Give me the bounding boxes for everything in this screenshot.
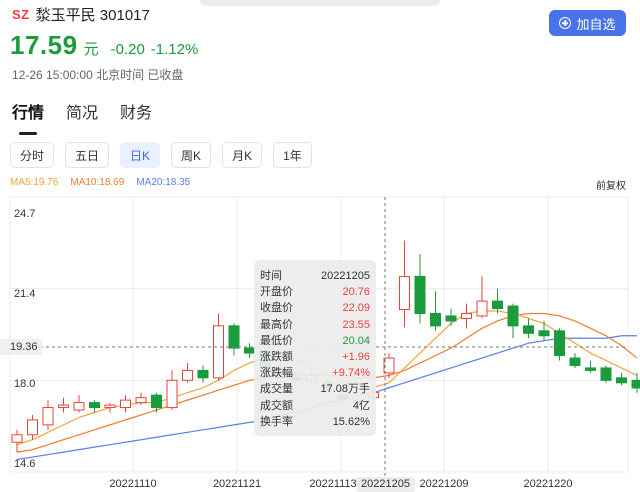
tooltip-label: 收盘价	[260, 302, 293, 315]
candle-up	[135, 397, 147, 404]
tooltip-label: 涨跌额	[260, 350, 293, 363]
tooltip-value: +9.74%	[332, 367, 370, 380]
tooltip-value: 20.04	[342, 334, 370, 347]
y-tick-label: 21.4	[14, 288, 35, 300]
candle-down	[554, 330, 565, 357]
candle-down	[414, 275, 426, 314]
x-tick-label: 20221209	[420, 478, 469, 490]
candle-up	[476, 300, 488, 317]
tooltip-value: 20221205	[321, 270, 370, 282]
candle-up	[166, 379, 178, 409]
candle-up	[120, 399, 131, 409]
tooltip-row: 时间 20221205	[260, 268, 370, 284]
tooltip-row: 最高价 23.55	[260, 317, 370, 333]
x-tick-label: 20221110	[109, 478, 156, 490]
tooltip-label: 时间	[260, 270, 282, 282]
candle-down	[445, 315, 457, 322]
crosshair-date-label: 20221205	[356, 477, 415, 492]
candle-down	[507, 305, 519, 327]
tooltip-row: 换手率 15.62%	[260, 414, 370, 430]
tooltip-label: 开盘价	[260, 286, 293, 299]
tooltip-value: 15.62%	[332, 415, 370, 428]
tooltip-value: 20.76	[342, 286, 370, 299]
candle-up	[42, 407, 54, 426]
candle-down	[585, 367, 596, 371]
candle-down	[631, 379, 640, 389]
tooltip-row: 收盘价 22.09	[260, 300, 370, 316]
candle-down	[492, 300, 503, 310]
tooltip-label: 涨跌幅	[260, 367, 293, 380]
y-tick-label: 14.6	[14, 458, 35, 470]
x-tick-label: 20221113	[309, 478, 356, 490]
candle-down	[197, 369, 209, 379]
tooltip-row: 最低价 20.04	[260, 333, 370, 349]
candle-down	[569, 357, 581, 366]
tooltip-label: 成交量	[260, 383, 293, 396]
y-tick-label: 18.0	[14, 378, 35, 390]
tooltip-label: 换手率	[260, 415, 293, 428]
candle-tooltip: 时间 20221205 开盘价 20.76 收盘价 22.09 最高价 23.55 最低价 20.…	[254, 260, 376, 436]
tooltip-value: 22.09	[342, 302, 370, 315]
tooltip-row: 成交额 4亿	[260, 398, 370, 414]
candle-down	[228, 325, 240, 349]
tooltip-row: 涨跌幅 +9.74%	[260, 365, 370, 381]
tooltip-value: 17.08万手	[320, 383, 370, 396]
candle-up	[73, 402, 85, 411]
candle-up	[104, 404, 116, 409]
candle-up	[461, 312, 472, 319]
x-tick-label: 20221121	[213, 478, 261, 490]
x-tick-label: 20221220	[524, 478, 573, 490]
tooltip-value: 4亿	[352, 399, 370, 412]
tooltip-value: 23.55	[342, 318, 370, 331]
candle-down	[616, 377, 627, 384]
tooltip-row: 涨跌额 +1.96	[260, 349, 370, 365]
tooltip-row: 开盘价 20.76	[260, 284, 370, 300]
candle-down	[430, 312, 441, 327]
x-axis-labels: 20221110 20221121 20221113 20221209 20221220	[109, 478, 572, 490]
tooltip-value: +1.96	[342, 350, 370, 363]
y-tick-label: 24.7	[14, 208, 35, 220]
candle-down	[600, 367, 612, 381]
tooltip-row: 成交量 17.08万手	[260, 381, 370, 397]
crosshair-price-label: 19.36	[0, 339, 42, 355]
tooltip-label: 最低价	[260, 334, 293, 347]
candle-down	[151, 394, 162, 409]
candle-up	[213, 325, 224, 379]
candle-down	[538, 330, 550, 337]
candle-up	[11, 434, 23, 443]
candle-down	[89, 402, 100, 409]
tooltip-label: 成交额	[260, 399, 293, 412]
candle-up	[27, 419, 38, 436]
candle-up	[399, 276, 410, 311]
candle-up	[182, 369, 193, 381]
tooltip-label: 最高价	[260, 318, 293, 331]
candle-down	[523, 325, 534, 334]
candle-down	[244, 347, 255, 354]
candle-up	[58, 404, 69, 409]
